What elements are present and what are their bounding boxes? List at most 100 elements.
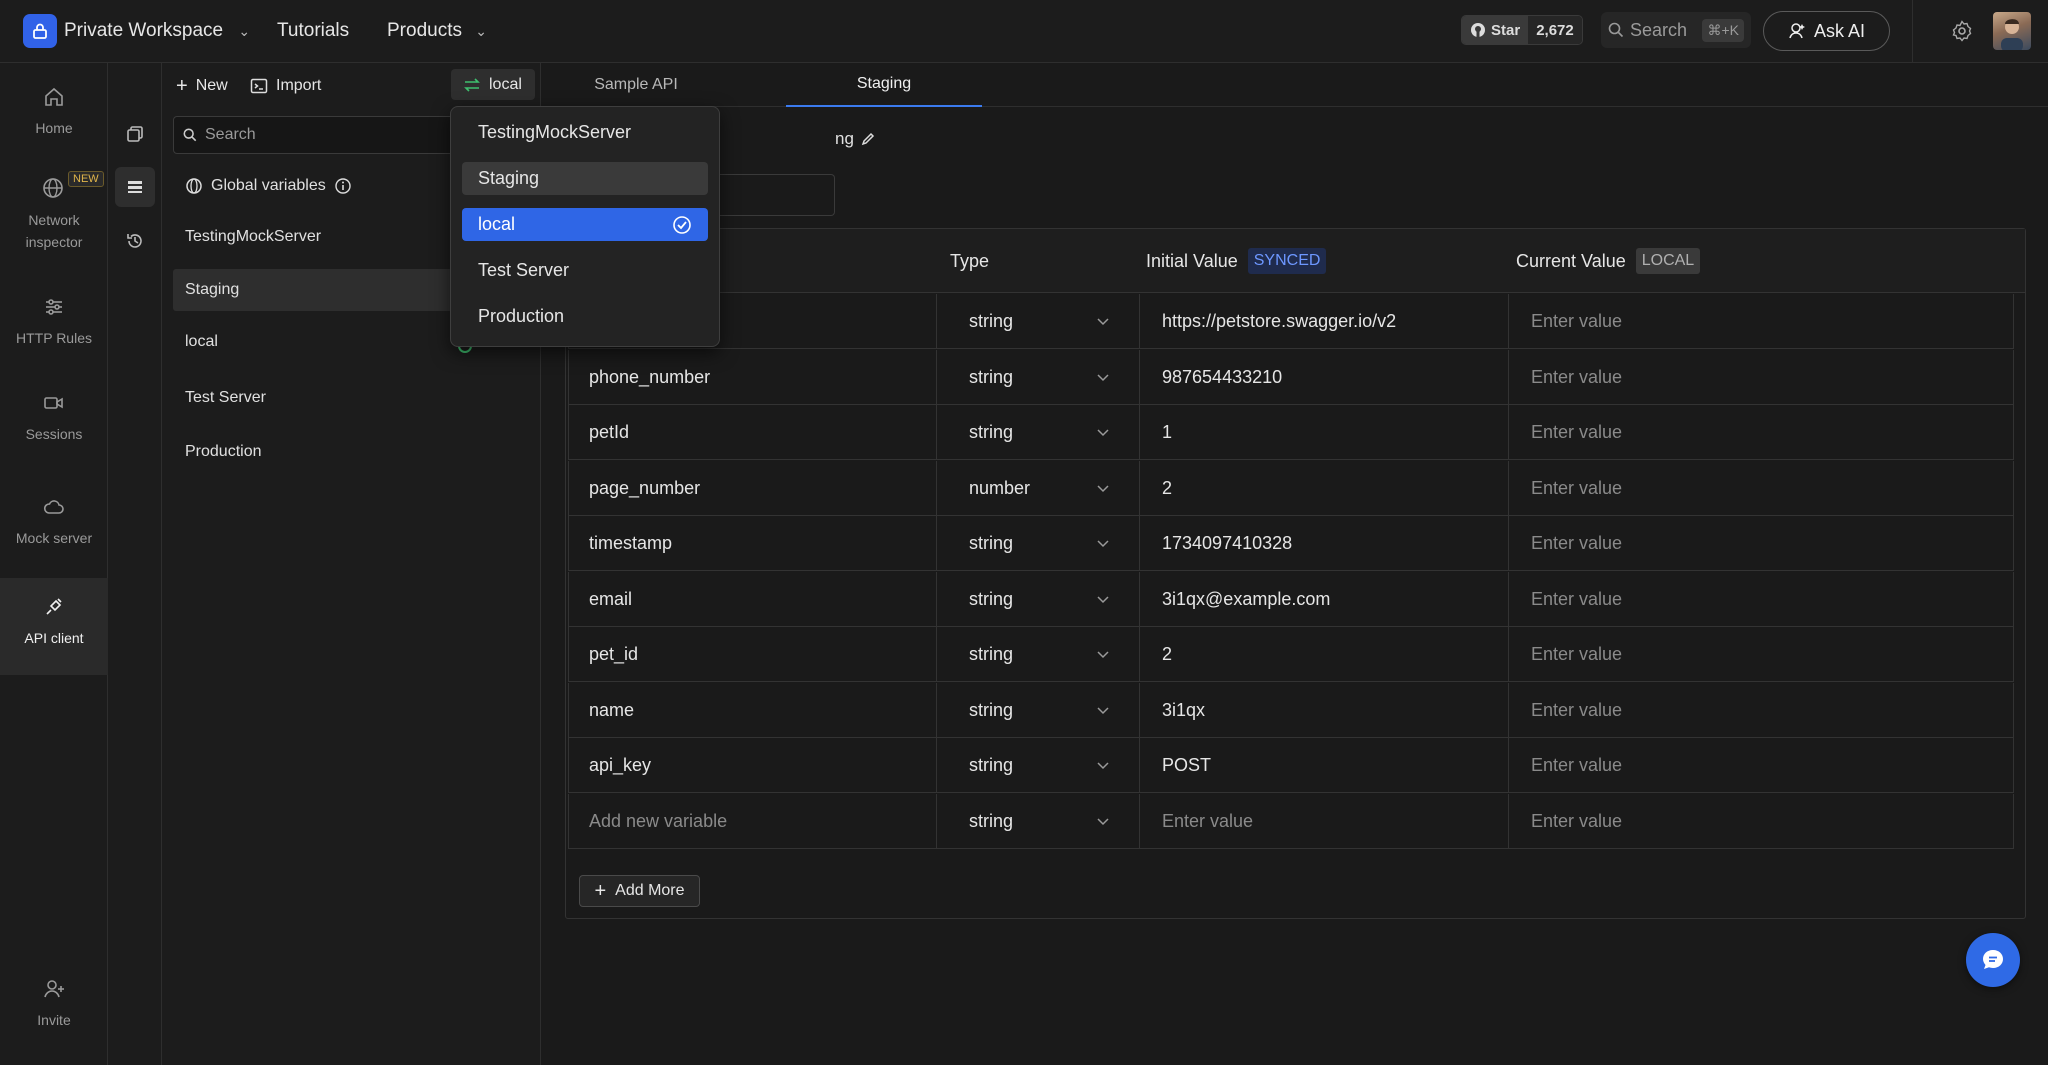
initial-value-input[interactable]: Enter value [1140,793,1509,849]
variable-type-select-text: string [969,311,1014,331]
environment-switcher[interactable]: local [451,69,535,100]
current-value-input[interactable]: Enter value [1509,461,2015,516]
variable-key[interactable]: api_key [569,738,937,793]
products-menu[interactable]: Products ⌄ [387,20,487,42]
environment-item[interactable]: Production [173,431,453,473]
rail-sessions[interactable]: Sessions [0,391,108,445]
environment-item[interactable]: Test Server [173,377,453,419]
chevron-down-icon [1097,373,1109,381]
rail-home[interactable]: Home [0,85,108,139]
dropdown-item-production[interactable]: Production [462,300,708,333]
initial-value[interactable]: 1734097410328 [1140,516,1509,571]
rail-api-client[interactable]: API client [0,578,108,675]
current-value-input[interactable]: Enter value [1509,516,2015,571]
dropdown-item-local[interactable]: local [462,208,708,241]
rail-network-label-2: inspector [25,234,83,250]
variable-key[interactable]: email [569,571,937,627]
variable-key[interactable]: name [569,682,937,738]
rail-sessions-label: Sessions [25,426,83,442]
variable-type-select[interactable]: string [937,405,1140,460]
new-button[interactable]: + New [176,73,228,99]
environment-search-input[interactable]: Search [173,116,463,154]
initial-value-text: https://petstore.swagger.io/v2 [1162,311,1397,331]
variables-table: Type Initial Value SYNCED Current Value … [565,228,2026,919]
plug-icon [46,598,62,615]
dropdown-item-staging[interactable]: Staging [462,162,708,195]
column-type: Type [950,250,990,271]
history-icon[interactable] [115,221,155,261]
collections-icon[interactable] [115,114,155,154]
current-value-input[interactable]: Enter value [1509,572,2015,627]
variable-key[interactable]: timestamp [569,516,937,571]
current-value-input[interactable]: Enter value [1509,794,2015,849]
dropdown-item-testingmockserver[interactable]: TestingMockServer [462,116,708,149]
chat-icon [1983,950,2003,969]
table-row: pet_id string 2 Enter value [568,627,2014,682]
variable-key[interactable]: petId [569,405,937,460]
globe-icon [186,178,202,194]
home-icon [45,87,63,106]
variable-type-select[interactable]: string [937,294,1140,349]
initial-value[interactable]: 3i1qx [1140,682,1509,738]
current-value-input[interactable]: Enter value [1509,350,2015,405]
initial-value[interactable]: 987654433210 [1140,349,1509,405]
current-value-input[interactable]: Enter value [1509,683,2015,738]
rail-invite[interactable]: Invite [0,977,108,1031]
global-search[interactable]: Search ⌘+K [1601,12,1751,48]
environment-item[interactable]: Staging [173,269,453,311]
variable-key-text: phone_number [589,366,711,387]
current-value-input[interactable]: Enter value [1509,294,2015,349]
rail-mock-server-label: Mock server [15,530,93,546]
environment-item[interactable]: TestingMockServer [173,216,453,258]
variable-type-select[interactable]: string [937,738,1140,793]
variable-type-select[interactable]: string [937,682,1140,738]
tab-staging[interactable]: Staging [786,63,982,107]
variable-type-select[interactable]: string [937,349,1140,405]
ask-ai-button[interactable]: Ask AI [1763,11,1890,51]
current-value-input[interactable]: Enter value [1509,738,2015,793]
support-chat-button[interactable] [1966,933,2020,987]
initial-value[interactable]: https://petstore.swagger.io/v2 [1140,294,1509,349]
plus-icon: + [594,879,607,902]
tab-sample-api[interactable]: Sample API [541,63,731,107]
workspace-lock-icon[interactable] [23,14,57,48]
variable-type-select[interactable]: number [937,460,1140,516]
variable-type-select[interactable]: string [937,516,1140,571]
initial-value[interactable]: 3i1qx@example.com [1140,571,1509,627]
tutorials-link[interactable]: Tutorials [277,20,349,42]
variable-type-select[interactable]: string [937,627,1140,682]
variable-key[interactable]: phone_number [569,349,937,405]
search-icon [183,128,197,142]
variable-type-select[interactable]: string [937,793,1140,849]
dropdown-item-test-server[interactable]: Test Server [462,254,708,287]
info-icon[interactable] [334,177,352,195]
initial-value[interactable]: 2 [1140,627,1509,682]
current-value-input-text: Enter value [1531,311,1623,331]
current-value-input-text: Enter value [1531,422,1623,442]
current-value-input-text: Enter value [1531,699,1623,720]
avatar-image [2001,19,2023,50]
initial-value[interactable]: POST [1140,738,1509,793]
global-variables-item[interactable]: Global variables [173,165,453,207]
user-avatar[interactable] [1993,12,2031,50]
rail-mock-server[interactable]: Mock server [0,495,108,549]
github-star-button[interactable]: Star 2,672 [1461,15,1583,45]
current-value-input[interactable]: Enter value [1509,405,2015,460]
variable-key[interactable]: page_number [569,460,937,516]
edit-pencil-icon[interactable] [860,131,876,147]
variable-key-input[interactable]: Add new variable [569,793,937,849]
variable-key-text: timestamp [589,533,673,553]
settings-gear-icon[interactable] [1951,20,1973,47]
add-more-button[interactable]: + Add More [579,875,700,907]
initial-value[interactable]: 2 [1140,460,1509,516]
workspace-selector[interactable]: Private Workspace ⌄ [64,20,250,42]
environments-icon[interactable] [115,167,155,207]
rail-http-rules[interactable]: HTTP Rules [0,295,108,349]
variable-key[interactable]: pet_id [569,627,937,682]
variable-type-select[interactable]: string [937,571,1140,627]
import-button[interactable]: Import [250,73,321,99]
initial-value[interactable]: 1 [1140,405,1509,460]
environment-item[interactable]: local [173,321,453,363]
tab-bar: Sample API Staging [541,63,2048,107]
current-value-input[interactable]: Enter value [1509,627,2015,682]
